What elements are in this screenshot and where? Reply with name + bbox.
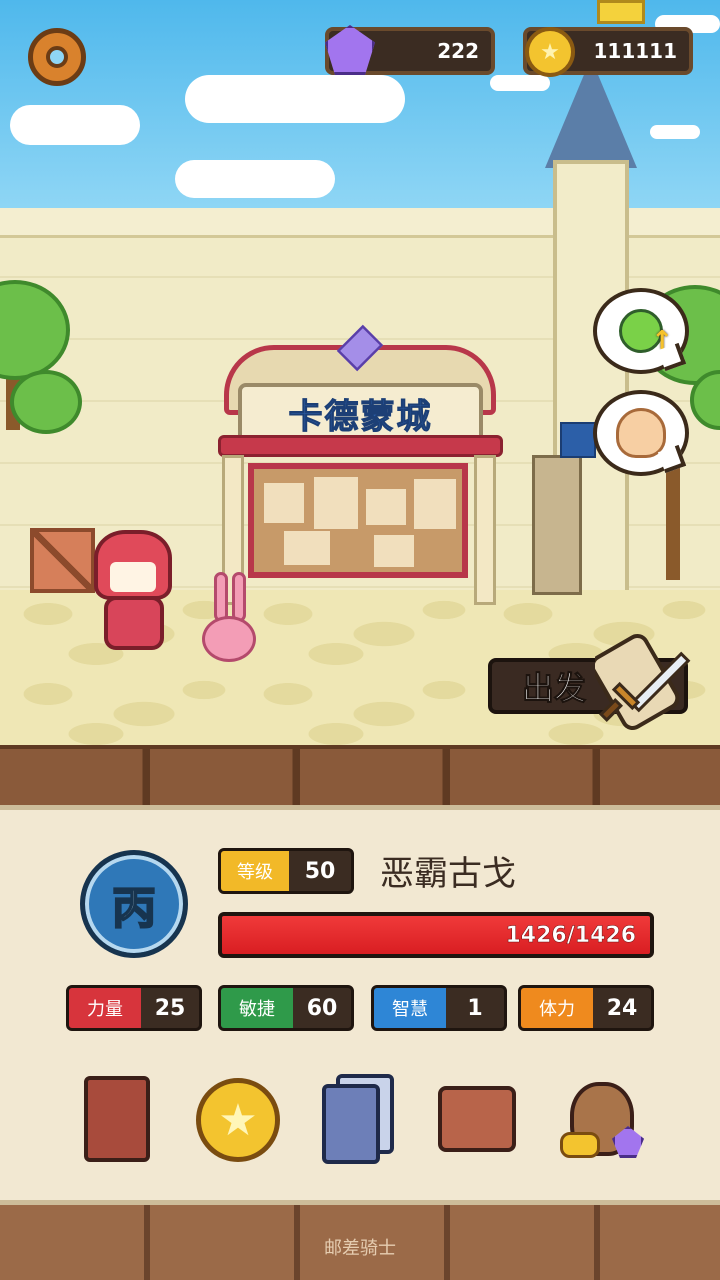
book-icon[interactable] (80, 1070, 164, 1166)
bunny-ear (232, 572, 246, 622)
tree (10, 370, 82, 434)
stat-label: 体力 (521, 988, 593, 1028)
gem-counter[interactable]: 222 (325, 25, 495, 75)
backpack-icon[interactable] (432, 1070, 516, 1166)
coin-pile (560, 1132, 600, 1158)
level-box: 等级 50 (218, 848, 354, 894)
cloud (650, 125, 700, 139)
stat-value: 24 (606, 995, 638, 1021)
stat-value: 60 (306, 995, 338, 1021)
notice-paper (284, 531, 330, 565)
gear-center (46, 46, 68, 68)
stat-label: 敏捷 (221, 988, 293, 1028)
gate-sign: 卡德蒙城 (238, 383, 483, 443)
hp-bar: 1426/1426 (218, 912, 654, 958)
stat-label: 力量 (69, 988, 141, 1028)
sword-scroll-icon (595, 634, 691, 730)
cloud (490, 75, 550, 91)
stat-stamina: 体力 24 (518, 985, 654, 1031)
notice-paper (374, 535, 414, 567)
rank-badge[interactable]: 丙 (80, 850, 188, 958)
treasure-sack-icon[interactable] (560, 1070, 644, 1166)
hp-text: 1426/1426 (505, 922, 636, 948)
notice-paper (366, 489, 406, 525)
character-portrait-icon (616, 408, 666, 458)
wooden-crate (30, 528, 95, 593)
potion-upgrade-bubble[interactable]: ↑ (593, 288, 689, 374)
gate-beam (218, 435, 503, 457)
bunny-body (202, 616, 256, 662)
up-arrow-icon: ↑ (651, 326, 673, 356)
notice-paper (264, 483, 304, 523)
tower-flag (597, 0, 645, 24)
notice-paper (414, 479, 456, 529)
player-knight[interactable] (90, 530, 176, 658)
stat-value: 25 (154, 995, 186, 1021)
cloud (185, 75, 405, 123)
cards-icon[interactable] (318, 1070, 402, 1166)
stat-value: 1 (467, 995, 483, 1021)
cloud (10, 105, 140, 145)
card-front (322, 1084, 380, 1164)
gold-coin-icon: ★ (525, 27, 575, 77)
settings-gear-icon[interactable] (28, 28, 86, 86)
stat-wisdom: 智慧 1 (371, 985, 507, 1031)
gold-coin-icon[interactable]: ★ (196, 1070, 280, 1166)
notice-board[interactable] (248, 463, 468, 578)
gold-count: 111111 (593, 39, 678, 63)
bunny-companion[interactable] (196, 572, 262, 664)
character-name: 恶霸古戈 (380, 854, 516, 894)
game-title: 邮差骑士 (324, 1238, 396, 1259)
knight-face (110, 562, 156, 592)
coin-star: ★ (196, 1078, 280, 1162)
stat-agility: 敏捷 60 (218, 985, 354, 1031)
town-scene: 卡德蒙城 ↑ 出发 222 ★ 111111 (0, 0, 720, 745)
cloud (175, 160, 335, 198)
gate-post (474, 455, 496, 605)
backpack (438, 1086, 516, 1152)
depart-label: 出发 (521, 669, 587, 708)
stat-strength: 力量 25 (66, 985, 202, 1031)
knight-armor (104, 596, 164, 650)
character-bubble[interactable] (593, 390, 689, 476)
city-gate[interactable]: 卡德蒙城 (218, 324, 503, 610)
purple-gem-icon (325, 25, 375, 75)
gem-count: 222 (437, 39, 479, 63)
level-value: 50 (304, 858, 336, 884)
gold-counter[interactable]: ★ 111111 (523, 27, 693, 77)
level-label: 等级 (221, 851, 289, 891)
bunny-ear (214, 572, 228, 622)
guild-banner (560, 422, 596, 458)
lamp-post (532, 455, 582, 595)
stat-label: 智慧 (374, 988, 446, 1028)
notice-paper (314, 477, 358, 529)
book-cover (84, 1076, 150, 1162)
rank-glyph: 丙 (111, 882, 157, 935)
